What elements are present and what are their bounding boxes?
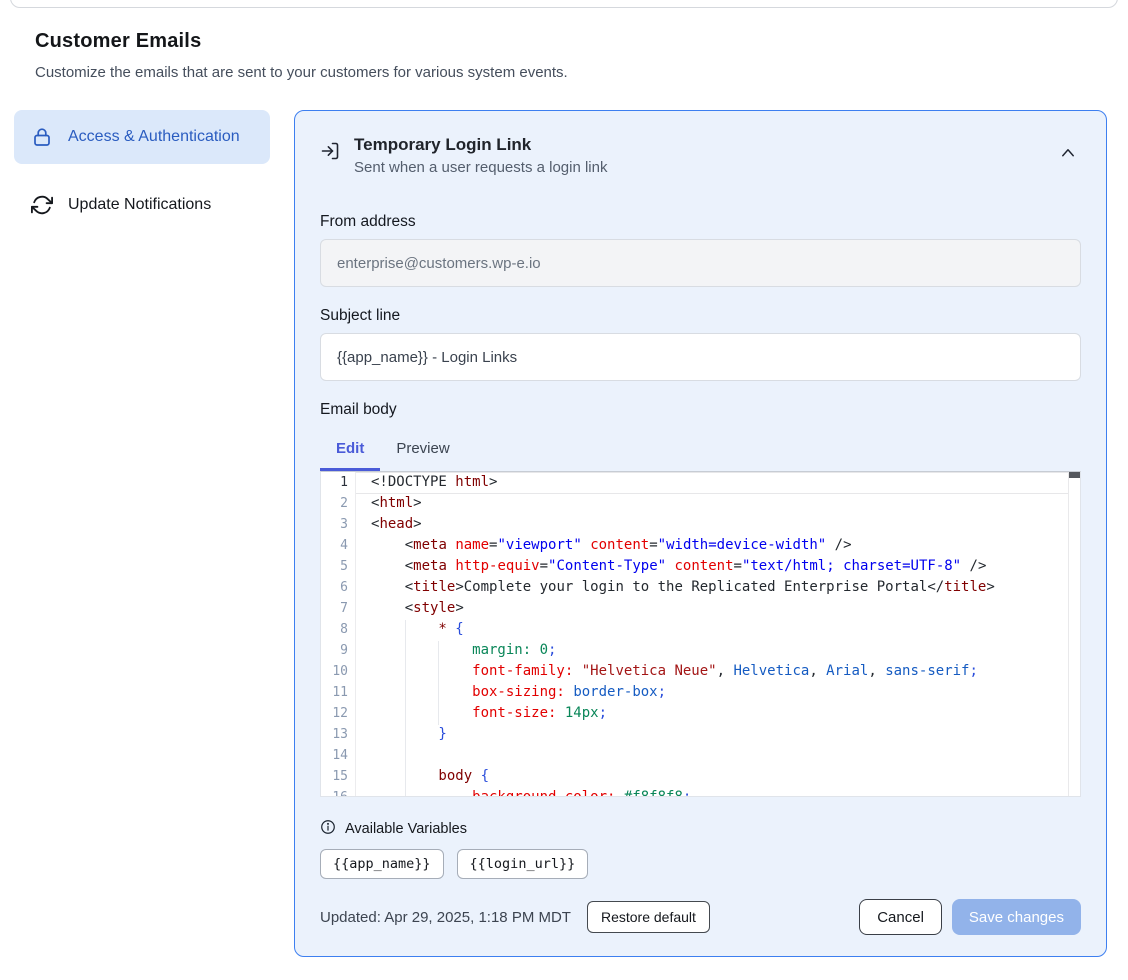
panel-footer: Updated: Apr 29, 2025, 1:18 PM MDT Resto… [320,899,1081,935]
updated-timestamp: Updated: Apr 29, 2025, 1:18 PM MDT [320,909,571,926]
previous-card-edge [10,0,1118,8]
chevron-up-icon [1059,147,1077,162]
available-variables-label: Available Variables [345,821,467,837]
page-header: Customer Emails Customize the emails tha… [35,30,568,81]
collapse-button[interactable] [1055,141,1081,166]
save-changes-button[interactable]: Save changes [952,899,1081,935]
editor-code: <!DOCTYPE html><html><head> <meta name="… [321,472,995,797]
email-body-tabs: Edit Preview [320,431,1081,471]
page-subtitle: Customize the emails that are sent to yo… [35,64,568,81]
refresh-icon [30,193,54,217]
sidebar-item-access-authentication[interactable]: Access & Authentication [14,110,270,164]
email-settings-panel: Temporary Login Link Sent when a user re… [294,110,1107,957]
login-icon [320,141,340,166]
tab-edit[interactable]: Edit [320,431,380,471]
cancel-button[interactable]: Cancel [859,899,942,935]
lock-icon [30,125,54,149]
editor-scrollbar-track [1068,472,1069,796]
sidebar-item-label: Update Notifications [68,193,211,217]
info-icon [320,819,336,839]
sidebar-item-update-notifications[interactable]: Update Notifications [14,178,270,232]
page-title: Customer Emails [35,30,568,53]
from-address-input [320,239,1081,287]
from-address-label: From address [320,213,1081,231]
sidebar: Access & Authentication Update Notificat… [14,110,270,232]
subject-line-input[interactable] [320,333,1081,381]
subject-line-label: Subject line [320,307,1081,325]
code-editor[interactable]: 12345678910111213141516 <!DOCTYPE html><… [320,471,1081,797]
panel-title: Temporary Login Link [354,135,607,155]
variable-chips: {{app_name}} {{login_url}} [320,849,1081,879]
tab-preview[interactable]: Preview [380,431,465,471]
available-variables-row: Available Variables [320,819,1081,839]
panel-header: Temporary Login Link Sent when a user re… [320,135,1081,187]
variable-chip-app-name[interactable]: {{app_name}} [320,849,444,879]
panel-subtitle: Sent when a user requests a login link [354,159,607,176]
restore-default-button[interactable]: Restore default [587,901,710,933]
editor-scrollbar-thumb[interactable] [1069,472,1080,478]
sidebar-item-label: Access & Authentication [68,125,240,149]
variable-chip-login-url[interactable]: {{login_url}} [457,849,589,879]
email-body-label: Email body [320,401,1081,419]
panel-header-text: Temporary Login Link Sent when a user re… [354,135,607,176]
